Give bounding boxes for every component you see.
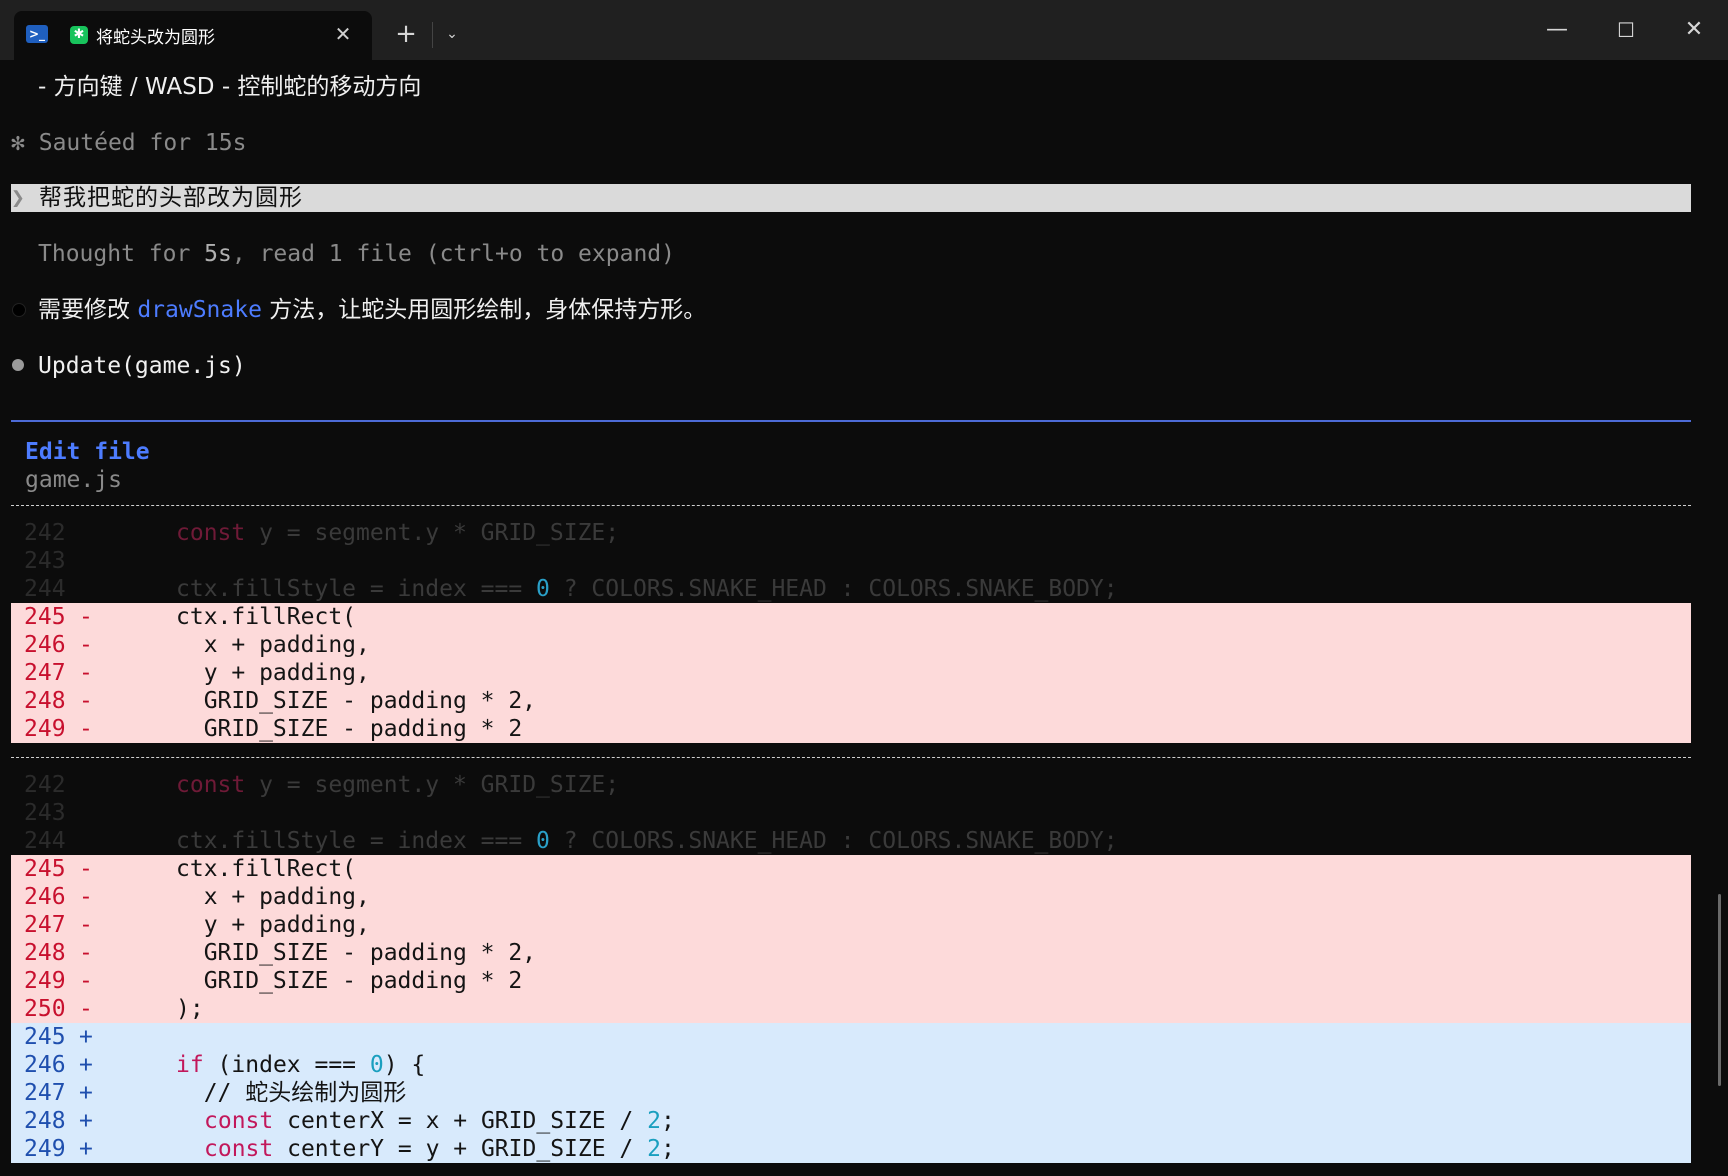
diff-separator-middle [11, 757, 1691, 758]
title-bar: >_ ✱ 将蛇头改为圆形 ✕ + ⌄ — ☐ ✕ [0, 0, 1728, 60]
thought-line[interactable]: Thought for 5s, read 1 file (ctrl+o to e… [38, 240, 1728, 268]
diff-line: 248- GRID_SIZE - padding * 2, [24, 940, 537, 966]
diff-separator-top [11, 505, 1691, 506]
edit-file-title: Edit file [25, 439, 150, 465]
message-pre: 需要修改 [38, 297, 138, 323]
edit-file-name: game.js [25, 467, 122, 493]
diff-removed-2: 245- ctx.fillRect( 246- x + padding, 247-… [11, 855, 1691, 1023]
diff-line: 242 const y = segment.y * GRID_SIZE; [24, 772, 620, 798]
minimize-icon[interactable]: — [1535, 10, 1579, 50]
diff-removed-1: 245- ctx.fillRect( 246- x + padding, 247-… [11, 603, 1691, 743]
thought-prefix: Thought for [38, 241, 205, 267]
diff-context-1: 242 const y = segment.y * GRID_SIZE; 243 … [11, 519, 1691, 603]
maximize-icon[interactable]: ☐ [1604, 10, 1648, 50]
function-name: drawSnake [137, 297, 262, 323]
window-close-icon[interactable]: ✕ [1672, 10, 1716, 50]
edit-separator [11, 420, 1691, 422]
terminal-tab[interactable]: >_ ✱ 将蛇头改为圆形 ✕ [14, 11, 372, 60]
diff-line: 245- ctx.fillRect( [24, 604, 357, 630]
diff-line: 244 ctx.fillStyle = index === 0 ? COLORS.… [24, 828, 1118, 854]
spinner-star-icon: ✻ [11, 130, 25, 156]
diff-line: 245- ctx.fillRect( [24, 856, 357, 882]
tool-bullet-icon [12, 359, 24, 371]
thought-time: 5s [204, 241, 232, 267]
diff-line: 248 + const centerX = x + GRID_SIZE / 2; [24, 1108, 675, 1134]
tab-title: 将蛇头改为圆形 [96, 28, 215, 48]
diff-line: 243 [24, 548, 66, 574]
diff-line: 247- y + padding, [24, 660, 370, 686]
thought-suffix: , read 1 file (ctrl+o to expand) [231, 241, 675, 267]
terminal-output[interactable]: - 方向键 / WASD - 控制蛇的移动方向 ✻ Sautéed for 15… [0, 60, 1728, 1176]
update-tool-call: Update(game.js) [38, 353, 246, 379]
diff-line: 247 + // 蛇头绘制为圆形 [24, 1080, 407, 1106]
status-text: Sautéed for 15s [38, 130, 247, 156]
diff-line: 249 + const centerY = y + GRID_SIZE / 2; [24, 1136, 675, 1162]
diff-line: 242 const y = segment.y * GRID_SIZE; [24, 520, 620, 546]
diff-line: 248- GRID_SIZE - padding * 2, [24, 688, 537, 714]
diff-line: 246 + if (index === 0) { [24, 1052, 426, 1078]
scrollbar-thumb[interactable] [1718, 894, 1721, 1086]
tab-dropdown-chevron-icon[interactable]: ⌄ [436, 14, 468, 54]
prompt-chevron-icon: ❯ [11, 185, 25, 211]
asterisk-app-icon: ✱ [70, 26, 88, 44]
prompt-text: 帮我把蛇的头部改为圆形 [39, 185, 303, 211]
diff-line: 245 + [24, 1024, 93, 1050]
message-bullet-icon [12, 303, 26, 317]
user-prompt: ❯ 帮我把蛇的头部改为圆形 [11, 184, 1691, 212]
diff-line: 246- x + padding, [24, 632, 370, 658]
diff-line: 243 [24, 800, 66, 826]
status-line: ✻ Sautéed for 15s [11, 129, 1701, 157]
message-post: 方法，让蛇头用圆形绘制，身体保持方形。 [261, 297, 707, 323]
controls-line: - 方向键 / WASD - 控制蛇的移动方向 [38, 74, 422, 100]
diff-line: 247- y + padding, [24, 912, 370, 938]
diff-line: 244 ctx.fillStyle = index === 0 ? COLORS.… [24, 576, 1118, 602]
diff-line: 249- GRID_SIZE - padding * 2 [24, 968, 523, 994]
tab-divider [432, 22, 433, 48]
diff-line: 246- x + padding, [24, 884, 370, 910]
diff-line: 250-); [24, 996, 204, 1022]
tab-close-icon[interactable]: ✕ [330, 21, 356, 47]
assistant-message: 需要修改 drawSnake 方法，让蛇头用圆形绘制，身体保持方形。 [38, 296, 1728, 324]
powershell-icon: >_ [26, 25, 48, 43]
diff-added-2: 245 + 246 + if (index === 0) { 247 + // 蛇头绘制… [11, 1023, 1691, 1163]
new-tab-button[interactable]: + [388, 14, 424, 54]
diff-line: 249- GRID_SIZE - padding * 2 [24, 716, 523, 742]
diff-context-2: 242 const y = segment.y * GRID_SIZE; 243 … [11, 771, 1691, 855]
